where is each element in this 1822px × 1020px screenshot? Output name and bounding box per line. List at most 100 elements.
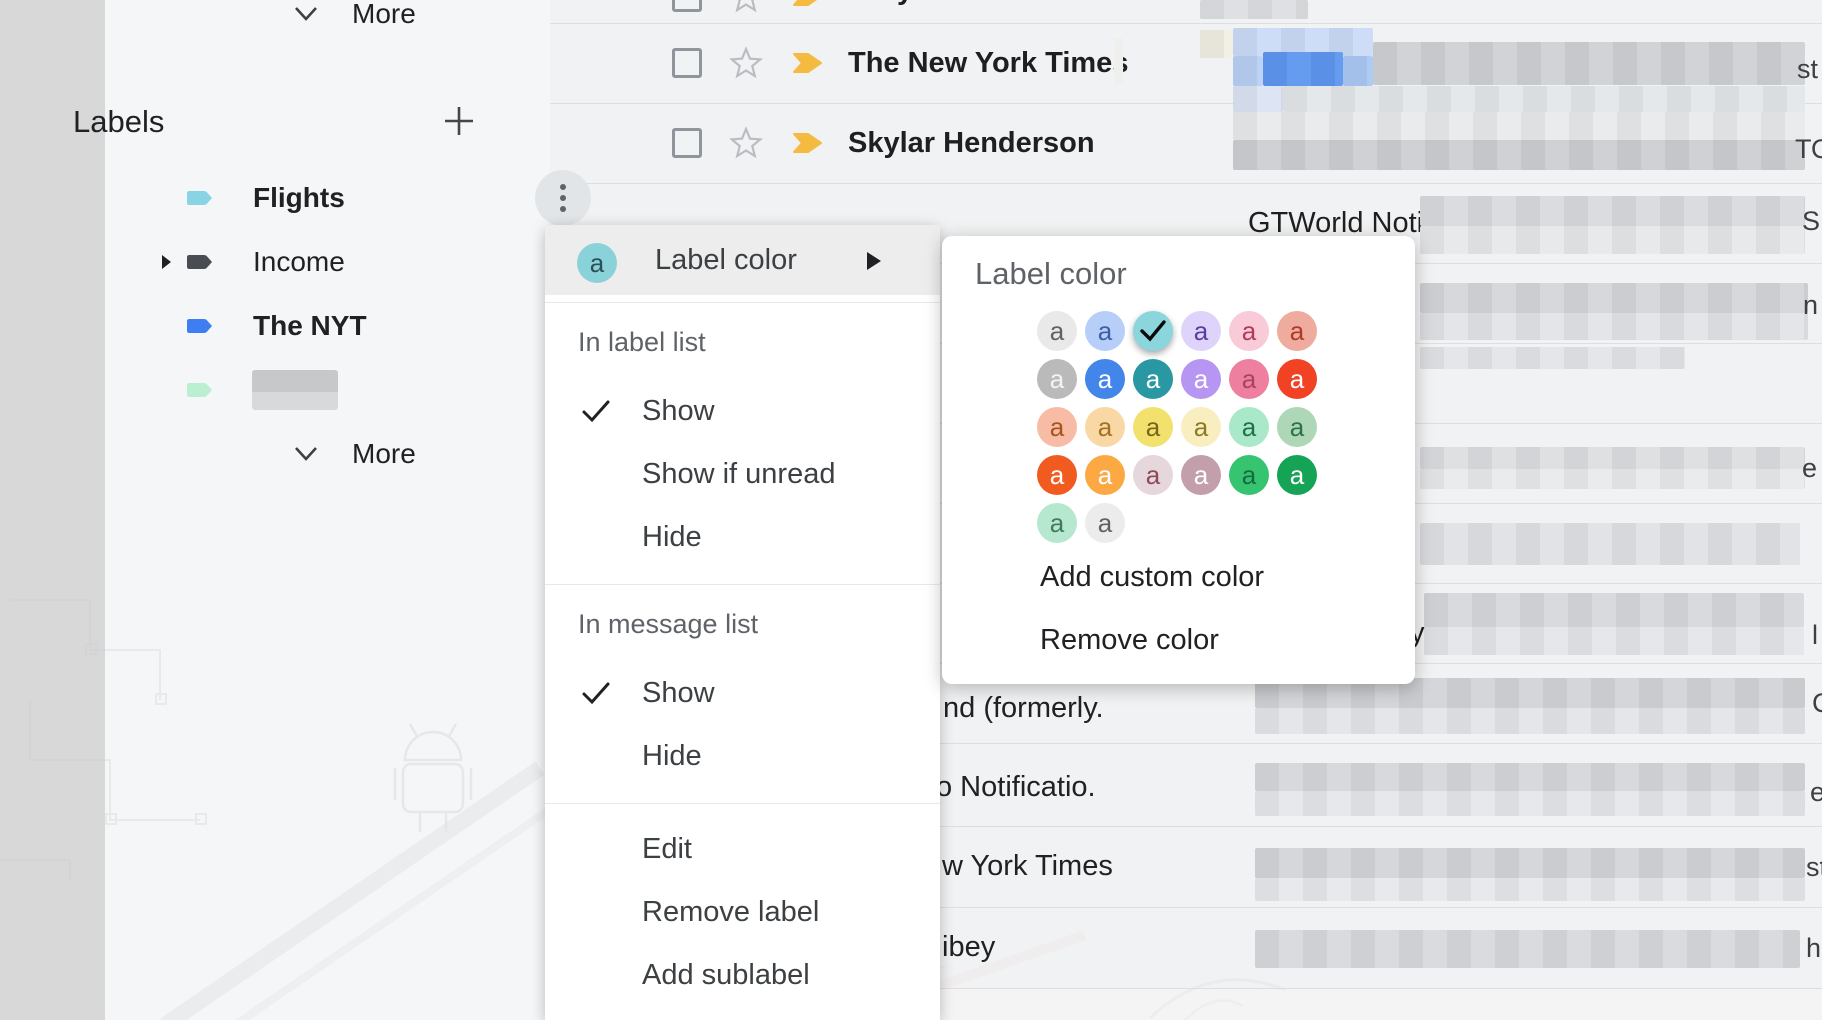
color-swatch[interactable]: a <box>1181 407 1221 447</box>
select-checkbox[interactable] <box>672 128 702 158</box>
menu-item-show[interactable]: Show <box>545 665 940 721</box>
color-swatch[interactable]: a <box>1037 455 1077 495</box>
remove-color-link[interactable]: Remove color <box>1040 624 1219 657</box>
sidebar-item-more-top[interactable]: More <box>210 0 655 40</box>
color-swatch[interactable]: a <box>1085 311 1125 351</box>
importance-marker-icon[interactable] <box>792 49 824 77</box>
color-swatch[interactable]: a <box>1037 503 1077 543</box>
color-swatch[interactable]: a <box>1037 359 1077 399</box>
color-swatch[interactable]: a <box>1229 311 1269 351</box>
row-divider <box>550 183 1822 184</box>
menu-item-add-sublabel[interactable]: Add sublabel <box>545 947 940 1003</box>
menu-item-label: Show <box>642 383 715 439</box>
star-icon[interactable] <box>728 126 764 160</box>
menu-item-label: Label color <box>655 225 797 295</box>
color-swatch[interactable]: a <box>1037 311 1077 351</box>
clipped-text-fragment: C <box>1812 688 1822 719</box>
check-icon <box>581 398 611 424</box>
expand-caret-icon[interactable] <box>162 255 172 269</box>
redacted-text-block <box>1233 112 1805 140</box>
color-swatch[interactable]: a <box>1133 407 1173 447</box>
clipped-text-fragment: TO <box>1795 134 1822 165</box>
color-swatch[interactable]: a <box>1277 407 1317 447</box>
menu-item-hide[interactable]: Hide <box>545 728 940 784</box>
check-icon <box>581 680 611 706</box>
menu-item-show-if-unread[interactable]: Show if unread <box>545 446 940 502</box>
select-checkbox[interactable] <box>672 0 702 12</box>
menu-divider <box>545 584 940 585</box>
chevron-down-icon <box>292 4 320 24</box>
color-swatch[interactable]: a <box>1085 503 1125 543</box>
color-swatch[interactable]: a <box>1133 359 1173 399</box>
redacted-text-block <box>1200 30 1234 58</box>
add-custom-color-link[interactable]: Add custom color <box>1040 561 1264 594</box>
sender-name[interactable]: nd (formerly. <box>943 692 1104 725</box>
submenu-arrow-icon <box>867 252 881 270</box>
menu-item-hide[interactable]: Hide <box>545 509 940 565</box>
redacted-text-block <box>1255 708 1805 734</box>
star-icon[interactable] <box>728 0 764 14</box>
color-swatch[interactable]: a <box>1277 455 1317 495</box>
clipped-text-fragment: h <box>1806 933 1821 964</box>
sender-name[interactable]: The New York Times <box>848 47 1128 80</box>
sender-name[interactable]: ibey <box>942 931 995 964</box>
sidebar-more-label: More <box>352 438 416 470</box>
redacted-text-block <box>1283 86 1805 112</box>
color-swatch[interactable]: a <box>1277 311 1317 351</box>
menu-item-label: Hide <box>642 509 702 565</box>
chevron-down-icon <box>292 444 320 464</box>
color-swatch[interactable]: a <box>1181 359 1221 399</box>
color-swatch[interactable]: a <box>1229 407 1269 447</box>
label-tag-icon <box>185 247 215 277</box>
color-swatch[interactable]: a <box>1133 455 1173 495</box>
redacted-label-name <box>252 370 338 410</box>
star-icon[interactable] <box>728 46 764 80</box>
redacted-text-block <box>1373 42 1805 85</box>
menu-item-show[interactable]: Show <box>545 383 940 439</box>
color-swatch[interactable]: a <box>1229 359 1269 399</box>
sender-name[interactable]: Skylar Henderson <box>848 127 1095 160</box>
color-palette: aaaaaaaaaaaaaaaaaaaaaaaaa <box>1037 311 1317 543</box>
color-swatch[interactable]: a <box>1277 359 1317 399</box>
clipped-sender-tail: y <box>897 0 913 7</box>
color-swatch[interactable]: a <box>1181 455 1221 495</box>
clipped-text-fragment: l <box>1812 620 1818 651</box>
label-options-button[interactable] <box>535 170 591 226</box>
labels-section-header: Labels <box>73 104 164 140</box>
add-label-button[interactable] <box>441 103 477 139</box>
label-color-swatch-icon: a <box>577 243 617 283</box>
sidebar-label-flights[interactable]: Flights <box>105 166 545 230</box>
check-icon <box>1140 319 1166 343</box>
color-swatch[interactable]: a <box>1085 455 1125 495</box>
color-swatch[interactable]: a <box>1037 407 1077 447</box>
menu-divider <box>545 302 940 303</box>
menu-item-remove-label[interactable]: Remove label <box>545 884 940 940</box>
label-context-menu: a Label color In label list Show Show if… <box>545 225 940 1020</box>
color-swatch[interactable]: a <box>1085 359 1125 399</box>
redacted-text-block <box>1420 283 1808 313</box>
redacted-text-block <box>1420 313 1808 340</box>
redacted-text-block <box>1424 593 1804 627</box>
menu-item-label: Edit <box>642 821 692 877</box>
color-swatch[interactable]: a <box>1181 311 1221 351</box>
sidebar-label-income[interactable]: Income <box>105 230 545 294</box>
sender-name[interactable]: w York Times <box>942 850 1113 883</box>
color-swatch[interactable]: a <box>1085 407 1125 447</box>
color-swatch[interactable]: a <box>1229 455 1269 495</box>
sender-name[interactable]: o Notificatio. <box>936 771 1096 804</box>
menu-item-label-color[interactable]: a Label color <box>545 225 940 295</box>
importance-marker-icon[interactable] <box>792 129 824 157</box>
redacted-text-block <box>1200 0 1308 19</box>
redacted-text-block <box>1114 38 1123 84</box>
menu-item-edit[interactable]: Edit <box>545 821 940 877</box>
color-swatch-selected[interactable] <box>1133 311 1173 351</box>
menu-item-label: Show if unread <box>642 446 835 502</box>
redacted-text-block <box>1233 86 1283 112</box>
sidebar: More More <box>105 0 550 1020</box>
sidebar-label-the-nyt[interactable]: The NYT <box>105 294 545 358</box>
redacted-text-block <box>1263 52 1343 86</box>
sidebar-label-redacted[interactable] <box>105 358 545 422</box>
importance-marker-icon[interactable] <box>792 0 824 10</box>
label-name: Income <box>253 246 345 278</box>
select-checkbox[interactable] <box>672 48 702 78</box>
